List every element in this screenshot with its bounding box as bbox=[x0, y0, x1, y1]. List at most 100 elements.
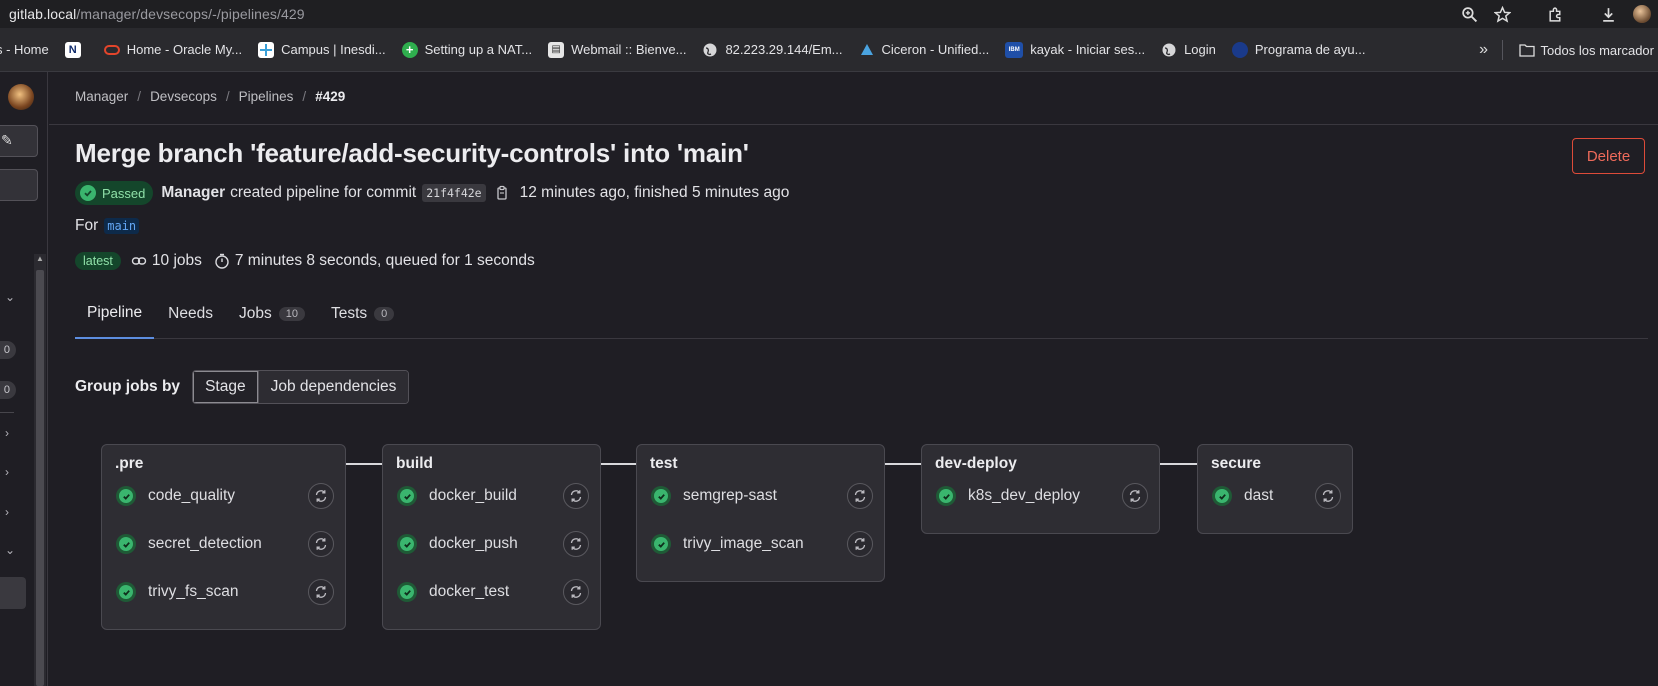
job-success-icon bbox=[651, 486, 671, 506]
bookmark-label: Login bbox=[1184, 42, 1216, 57]
retry-icon[interactable] bbox=[308, 531, 334, 557]
logo-n-icon: N bbox=[64, 41, 81, 58]
job-success-icon bbox=[397, 582, 417, 602]
retry-icon[interactable] bbox=[308, 579, 334, 605]
job-success-icon bbox=[116, 486, 136, 506]
folder-icon bbox=[1518, 44, 1535, 57]
bookmark-item[interactable]: IBM kayak - Iniciar ses... bbox=[1005, 36, 1145, 64]
search-button[interactable] bbox=[0, 169, 38, 201]
sidebar-scrollbar-thumb[interactable] bbox=[36, 270, 44, 686]
chevron-down-icon[interactable]: ⌄ bbox=[5, 543, 17, 557]
stage-pre: .pre code_quality secret_detection trivy_fs… bbox=[101, 444, 346, 630]
job-docker-build[interactable]: docker_build bbox=[397, 481, 517, 511]
bookmark-label: Campus | Inesdi... bbox=[281, 42, 386, 57]
retry-icon[interactable] bbox=[563, 531, 589, 557]
job-name: docker_push bbox=[429, 535, 518, 552]
bookmark-item[interactable]: Programa de ayu... bbox=[1231, 36, 1365, 64]
globe-icon bbox=[1161, 42, 1177, 58]
stage-secure: secure dast bbox=[1197, 444, 1353, 534]
job-success-icon bbox=[651, 534, 671, 554]
bookmark-item[interactable]: + Setting up a NAT... bbox=[401, 36, 533, 64]
bookmark-item[interactable]: Home - Oracle My... bbox=[103, 36, 243, 64]
zoom-icon[interactable] bbox=[1453, 0, 1486, 28]
sidebar-divider bbox=[0, 412, 14, 413]
bookmark-item[interactable]: s - Home bbox=[0, 36, 49, 64]
globe-icon bbox=[702, 42, 718, 58]
job-dast[interactable]: dast bbox=[1212, 481, 1273, 511]
job-name: k8s_dev_deploy bbox=[968, 487, 1081, 504]
job-success-icon bbox=[1212, 486, 1232, 506]
profile-avatar-icon[interactable] bbox=[1625, 0, 1658, 28]
retry-icon[interactable] bbox=[1315, 483, 1341, 509]
bookmark-label: Ciceron - Unified... bbox=[881, 42, 990, 57]
bookmark-item[interactable]: Campus | Inesdi... bbox=[258, 36, 386, 64]
url-text[interactable]: gitlab.local/manager/devsecops/-/pipelin… bbox=[9, 6, 305, 22]
job-name: docker_build bbox=[429, 487, 517, 504]
bookmarks-more-button[interactable]: » bbox=[1479, 28, 1488, 71]
bookmark-label: Setting up a NAT... bbox=[424, 42, 533, 57]
webmail-icon: ▤ bbox=[548, 41, 565, 58]
user-avatar[interactable] bbox=[8, 84, 34, 110]
job-success-icon bbox=[116, 582, 136, 602]
url-host: gitlab.local bbox=[9, 6, 77, 22]
chevron-right-icon[interactable]: › bbox=[5, 465, 17, 479]
bookmarks-bar: s - Home N Home - Oracle My... Campus | … bbox=[0, 28, 1658, 72]
all-bookmarks-folder[interactable]: Todos los marcador bbox=[1518, 28, 1658, 71]
job-name: trivy_image_scan bbox=[683, 535, 804, 552]
campus-icon bbox=[258, 41, 275, 58]
job-semgrep-sast[interactable]: semgrep-sast bbox=[651, 481, 777, 511]
bookmark-label: kayak - Iniciar ses... bbox=[1030, 42, 1146, 57]
job-k8s-dev-deploy[interactable]: k8s_dev_deploy bbox=[936, 481, 1080, 511]
stage-connector bbox=[1160, 463, 1197, 465]
bookmark-label: s - Home bbox=[0, 42, 49, 57]
sidebar-count-badge: 0 bbox=[0, 381, 16, 399]
main-content: Manager / Devsecops / Pipelines / #429 Merg… bbox=[49, 72, 1658, 686]
retry-icon[interactable] bbox=[563, 579, 589, 605]
job-code-quality[interactable]: code_quality bbox=[116, 481, 235, 511]
job-name: dast bbox=[1244, 487, 1274, 504]
job-success-icon bbox=[397, 486, 417, 506]
bookmark-star-icon[interactable] bbox=[1486, 0, 1519, 28]
download-icon[interactable] bbox=[1592, 0, 1625, 28]
job-name: semgrep-sast bbox=[683, 487, 777, 504]
job-trivy-image-scan[interactable]: trivy_image_scan bbox=[651, 529, 804, 559]
retry-icon[interactable] bbox=[1122, 483, 1148, 509]
bookmark-item[interactable]: N bbox=[64, 36, 88, 64]
retry-icon[interactable] bbox=[847, 531, 873, 557]
job-success-icon bbox=[397, 534, 417, 554]
job-docker-test[interactable]: docker_test bbox=[397, 577, 509, 607]
stage-name: dev-deploy bbox=[935, 455, 1017, 472]
job-name: docker_test bbox=[429, 583, 510, 600]
bookmark-item[interactable]: ▤ Webmail :: Bienve... bbox=[548, 36, 686, 64]
bookmark-label: Home - Oracle My... bbox=[126, 42, 243, 57]
chevron-right-icon[interactable]: › bbox=[5, 505, 17, 519]
retry-icon[interactable] bbox=[563, 483, 589, 509]
job-success-icon bbox=[936, 486, 956, 506]
bookmarks-folder-label: Todos los marcador bbox=[1540, 42, 1654, 58]
retry-icon[interactable] bbox=[308, 483, 334, 509]
stage-name: .pre bbox=[115, 455, 144, 472]
sidebar-active-item[interactable] bbox=[0, 577, 26, 609]
bookmark-item[interactable]: 82.223.29.144/Em... bbox=[702, 36, 843, 64]
new-item-button[interactable]: ✎ bbox=[0, 125, 38, 157]
oracle-icon bbox=[103, 42, 120, 58]
job-name: trivy_fs_scan bbox=[148, 583, 239, 600]
ibm-icon: IBM bbox=[1005, 41, 1024, 58]
chevron-right-icon[interactable]: › bbox=[5, 426, 17, 440]
plus-icon: + bbox=[401, 41, 418, 58]
bookmark-item[interactable]: Ciceron - Unified... bbox=[859, 36, 990, 64]
bookmark-label: 82.223.29.144/Em... bbox=[725, 42, 843, 57]
ciceron-icon bbox=[859, 42, 875, 58]
job-secret-detection[interactable]: secret_detection bbox=[116, 529, 262, 559]
retry-icon[interactable] bbox=[847, 483, 873, 509]
sidebar-count-badge: 0 bbox=[0, 341, 16, 359]
job-trivy-fs-scan[interactable]: trivy_fs_scan bbox=[116, 577, 238, 607]
stage-name: secure bbox=[1211, 455, 1261, 472]
chevron-down-icon[interactable]: ⌄ bbox=[5, 290, 17, 304]
bookmark-item[interactable]: Login bbox=[1161, 36, 1216, 64]
scroll-up-arrow-icon[interactable]: ▲ bbox=[35, 254, 45, 266]
browser-url-bar[interactable]: gitlab.local/manager/devsecops/-/pipelin… bbox=[0, 0, 1658, 28]
job-name: code_quality bbox=[148, 487, 236, 504]
job-docker-push[interactable]: docker_push bbox=[397, 529, 518, 559]
extensions-icon[interactable] bbox=[1539, 0, 1572, 28]
